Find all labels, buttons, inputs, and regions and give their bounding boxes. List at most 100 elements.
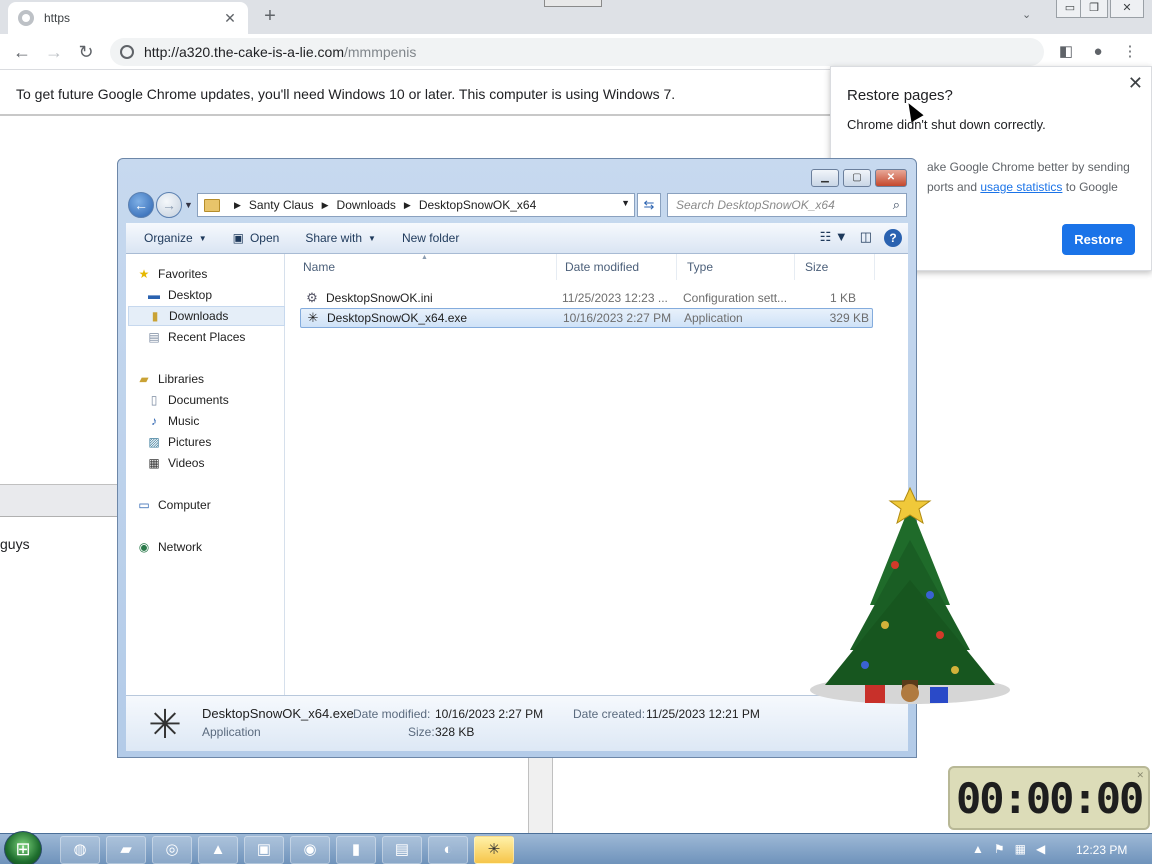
new-folder-button[interactable]: New folder (394, 231, 467, 245)
share-with-button[interactable]: Share with ▼ (297, 231, 384, 245)
settings-file-icon: ⚙ (306, 290, 318, 305)
help-icon[interactable]: ? (884, 229, 902, 247)
recent-pages-dropdown-icon[interactable]: ▼ (184, 200, 193, 210)
globe-icon (18, 10, 34, 26)
nav-computer[interactable]: ▭ Computer (136, 495, 293, 515)
widget-close-icon[interactable]: ✕ (1136, 770, 1144, 781)
column-header-type[interactable]: Type (677, 254, 795, 280)
explorer-maximize-button[interactable]: ▢ (843, 169, 871, 187)
profile-icon[interactable]: ● (1088, 42, 1108, 62)
nav-recent-places[interactable]: ▤ Recent Places (146, 327, 303, 347)
chevron-right-icon[interactable]: ▶ (322, 200, 329, 211)
breadcrumb-santy-claus[interactable]: Santy Claus (249, 198, 314, 212)
firefox-icon[interactable]: ◍ (60, 836, 100, 864)
restore-button[interactable]: Restore (1062, 224, 1135, 255)
column-header-date-modified[interactable]: Date modified (555, 254, 677, 280)
network-tray-icon[interactable]: ▦ (1015, 842, 1026, 856)
christmas-tree-image (810, 486, 1010, 704)
nav-desktop-label: Desktop (168, 288, 213, 302)
snowflake-large-icon: ✳ (148, 703, 182, 747)
action-center-flag-icon[interactable]: ⚑ (994, 842, 1005, 856)
file-type: Application (684, 311, 743, 325)
background-panel-bar (0, 484, 118, 517)
computer-icon: ▭ (138, 498, 150, 512)
desktopsnowok-taskbar-icon[interactable]: ✳ (474, 836, 514, 864)
restore-icon[interactable]: ❐ (1080, 0, 1108, 18)
nav-pictures[interactable]: ▨ Pictures (146, 432, 303, 452)
tree-app-icon[interactable]: ▲ (198, 836, 238, 864)
preview-pane-icon[interactable]: ◫ (860, 229, 872, 247)
reload-icon[interactable]: ↻ (74, 40, 98, 64)
menu-icon[interactable]: ⋮ (1120, 42, 1140, 62)
back-icon[interactable]: ← (128, 192, 154, 218)
nav-desktop[interactable]: ▬ Desktop (146, 285, 303, 305)
explorer-minimize-button[interactable]: ▁ (811, 169, 839, 187)
popup-close-icon[interactable]: ✕ (1128, 73, 1143, 94)
back-arrow-icon[interactable]: ← (10, 40, 34, 64)
chrome-icon[interactable]: ◎ (152, 836, 192, 864)
app-mask-icon[interactable]: ◐ (428, 836, 468, 864)
site-info-icon[interactable] (120, 45, 134, 59)
new-tab-button[interactable]: + (258, 5, 282, 29)
nav-buttons: ← → ▼ (128, 192, 193, 218)
explorer-taskbar-icon[interactable]: ▰ (106, 836, 146, 864)
network-icon: ◉ (138, 540, 150, 554)
nav-videos-label: Videos (168, 456, 205, 470)
nav-documents[interactable]: ▯ Documents (146, 390, 303, 410)
search-icon[interactable]: ⌕ (893, 197, 900, 213)
open-button[interactable]: ▣ Open (225, 231, 288, 245)
details-kind: Application (202, 725, 261, 739)
folder-icon (204, 198, 220, 212)
volume-icon[interactable]: ◀ (1036, 842, 1045, 856)
desktop-icon: ▬ (148, 288, 160, 302)
nav-downloads[interactable]: ▮ Downloads (128, 306, 285, 326)
chevron-right-icon[interactable]: ▶ (404, 200, 411, 211)
share-with-label: Share with (305, 231, 363, 245)
address-dropdown-icon[interactable]: ▼ (621, 198, 630, 208)
window-close-icon[interactable]: ✕ (1110, 0, 1144, 18)
explorer-address-bar[interactable]: ▶ Santy Claus ▶ Downloads ▶ DesktopSnowO… (197, 193, 635, 217)
tab-search-icon[interactable]: ⌄ (1022, 8, 1031, 21)
nav-network-label: Network (158, 540, 203, 554)
forward-icon[interactable]: → (156, 192, 182, 218)
file-row-ini[interactable]: ⚙ DesktopSnowOK.ini 11/25/2023 12:23 ...… (300, 288, 873, 308)
nav-recent-places-label: Recent Places (168, 330, 246, 344)
downloads-folder-icon: ▮ (151, 309, 159, 323)
address-bar[interactable]: http://a320.the-cake-is-a-lie.com /mmmpe… (110, 38, 1044, 66)
stopwatch-widget[interactable]: 00:00:00 ✕ (948, 766, 1150, 830)
column-header-name[interactable]: Name (293, 254, 557, 280)
explorer-search-input[interactable]: Search DesktopSnowOK_x64 ⌕ (667, 193, 907, 217)
nav-network[interactable]: ◉ Network (136, 537, 293, 557)
nav-videos[interactable]: ▦ Videos (146, 453, 303, 473)
chrome-tabstrip: https ✕ + ⌄ ▭ ❐ ✕ (0, 0, 1152, 34)
app-circle-icon[interactable]: ◉ (290, 836, 330, 864)
details-date-created-label: Date created: (573, 707, 646, 721)
file-row-exe[interactable]: ✳ DesktopSnowOK_x64.exe 10/16/2023 2:27 … (300, 308, 873, 328)
url-host: http://a320.the-cake-is-a-lie.com (144, 44, 344, 60)
nav-music[interactable]: ♪ Music (146, 411, 303, 431)
start-button[interactable]: ⊞ (4, 831, 42, 864)
browser-tab[interactable]: https ✕ (8, 2, 248, 34)
remote-desktop-icon[interactable]: ▣ (244, 836, 284, 864)
breadcrumb-downloads[interactable]: Downloads (337, 198, 396, 212)
taskbar-clock[interactable]: 12:23 PM (1076, 843, 1127, 857)
change-view-icon[interactable]: ☷ ▼ (820, 229, 848, 247)
side-panel-icon[interactable]: ◧ (1056, 42, 1076, 62)
app-bag-icon[interactable]: ▮ (336, 836, 376, 864)
notepad-icon[interactable]: ▤ (382, 836, 422, 864)
organize-button[interactable]: Organize ▼ (136, 231, 215, 245)
nav-favorites[interactable]: ★ Favorites (136, 264, 293, 284)
refresh-icon[interactable]: ⇆ (637, 193, 661, 217)
nav-libraries[interactable]: ▰ Libraries (136, 369, 293, 389)
stopwatch-digits: 00:00:00 (956, 774, 1144, 823)
chevron-right-icon[interactable]: ▶ (234, 200, 241, 211)
forward-arrow-icon[interactable]: → (42, 40, 66, 64)
tab-close-icon[interactable]: ✕ (222, 10, 238, 27)
chevron-down-icon: ▼ (198, 233, 207, 243)
snowflake-icon: ✳ (307, 310, 319, 325)
column-header-size[interactable]: Size (795, 254, 875, 280)
explorer-close-button[interactable]: ✕ (875, 169, 907, 187)
breadcrumb-desktopsnowok[interactable]: DesktopSnowOK_x64 (419, 198, 536, 212)
usage-statistics-link[interactable]: usage statistics (980, 180, 1062, 194)
tray-expand-icon[interactable]: ▲ (972, 842, 984, 856)
